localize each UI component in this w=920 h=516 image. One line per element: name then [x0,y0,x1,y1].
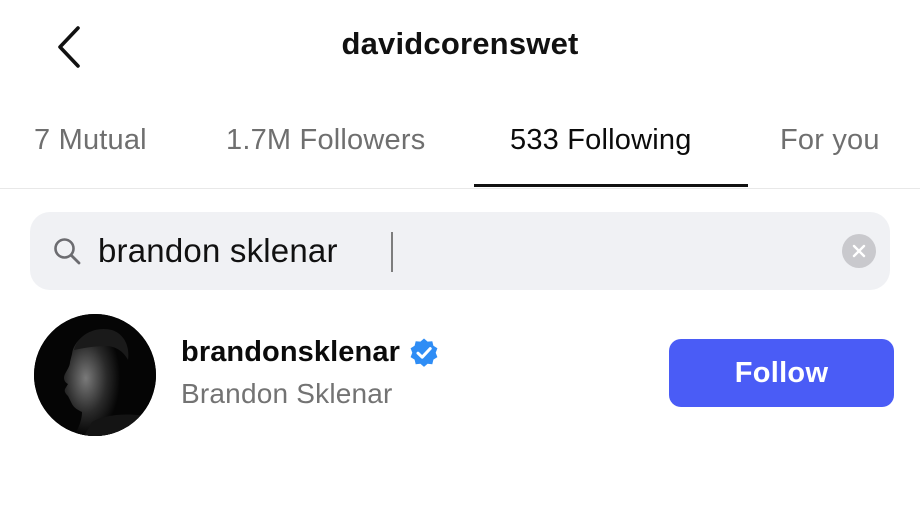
search-input[interactable] [98,212,818,290]
search-icon [54,238,81,265]
active-tab-indicator [474,184,748,187]
username-line: brandonsklenar [181,336,440,369]
follow-button[interactable]: Follow [669,339,894,407]
username[interactable]: brandonsklenar [181,336,400,369]
clear-icon [852,244,866,258]
avatar[interactable] [34,314,156,436]
page-title: davidcorenswet [341,26,579,61]
tab-for-you[interactable]: For you [780,124,880,157]
list-item[interactable]: brandonsklenar Brandon Sklenar Follow [0,310,920,440]
tab-following[interactable]: 533 Following [510,124,692,157]
clear-search-button[interactable] [842,234,876,268]
tab-bar: 7 Mutual 1.7M Followers 533 Following Fo… [0,110,920,189]
avatar-image [34,314,156,436]
tab-mutual[interactable]: 7 Mutual [34,124,147,157]
app-screen: davidcorenswet 7 Mutual 1.7M Followers 5… [0,0,920,516]
full-name: Brandon Sklenar [181,378,393,409]
verified-badge-icon [410,338,438,367]
text-cursor [391,232,393,272]
search-bar [30,212,890,290]
tab-followers[interactable]: 1.7M Followers [226,124,425,157]
